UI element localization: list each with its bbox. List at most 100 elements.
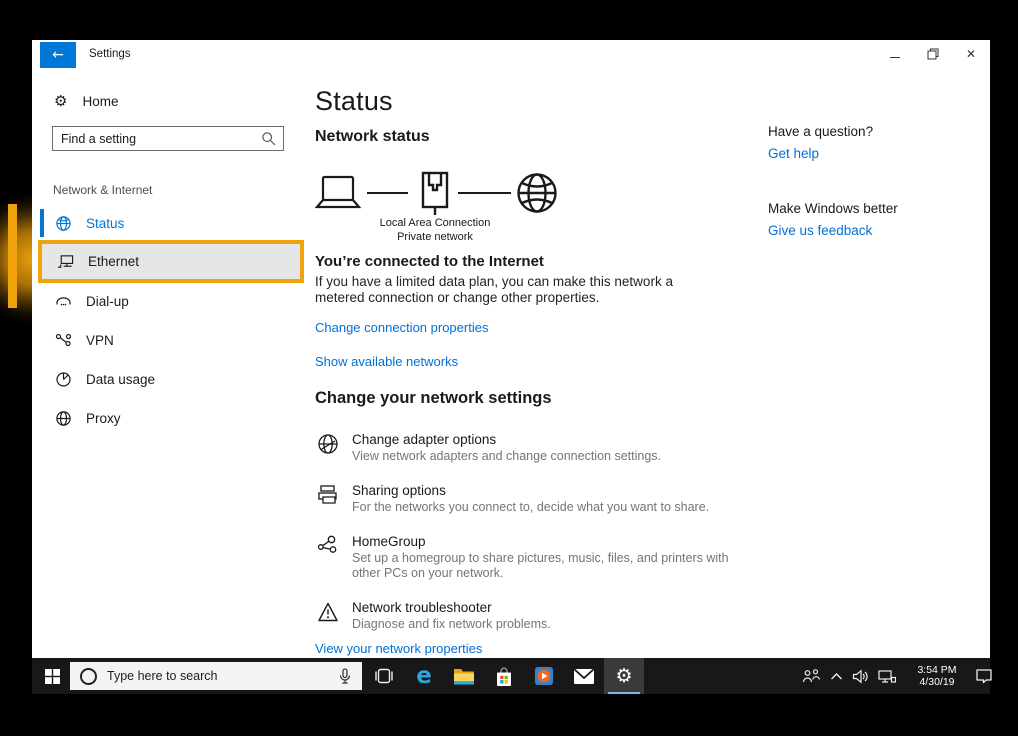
network-status-heading: Network status <box>315 128 430 146</box>
network-troubleshooter-item[interactable]: Network troubleshooter Diagnose and fix … <box>317 600 747 632</box>
action-center-button[interactable] <box>975 668 993 684</box>
card-desc: View network adapters and change connect… <box>352 449 661 464</box>
adapter-globe-icon <box>317 433 339 455</box>
clock[interactable]: 3:54 PM 4/30/19 <box>911 664 963 689</box>
settings-taskbar-button[interactable]: ⚙ <box>604 658 644 694</box>
annotation-bar <box>8 204 17 308</box>
sidebar-section-label: Network & Internet <box>53 183 152 197</box>
mail-button[interactable] <box>564 658 604 694</box>
volume-button[interactable] <box>852 669 869 684</box>
sidebar-item-label: Proxy <box>86 411 121 426</box>
globe-icon <box>55 215 72 232</box>
sidebar-item-proxy[interactable]: Proxy <box>44 404 294 432</box>
search-icon <box>261 131 277 147</box>
card-desc: Diagnose and fix network problems. <box>352 617 551 632</box>
sidebar-item-label: Dial-up <box>86 294 129 309</box>
globe-icon <box>55 410 72 427</box>
edge-icon: e <box>416 665 432 688</box>
ethernet-icon <box>57 254 74 270</box>
laptop-icon <box>315 175 361 211</box>
sidebar-item-label: Ethernet <box>88 254 139 269</box>
warning-triangle-icon <box>317 601 339 623</box>
action-center-icon <box>975 668 993 684</box>
sidebar-item-label: VPN <box>86 333 114 348</box>
start-button[interactable] <box>32 658 72 694</box>
system-tray: 3:54 PM 4/30/19 <box>802 658 1002 694</box>
back-arrow-icon: ← <box>52 47 64 63</box>
sidebar-item-dialup[interactable]: Dial-up <box>44 287 294 315</box>
minimize-button[interactable] <box>888 47 902 61</box>
sharing-options-item[interactable]: Sharing options For the networks you con… <box>317 483 747 515</box>
card-title: Network troubleshooter <box>352 600 551 615</box>
network-diagram: Local Area Connection Private network <box>315 171 595 251</box>
hidden-icons-button[interactable] <box>830 672 843 681</box>
media-player-icon <box>534 666 554 686</box>
change-adapter-options-item[interactable]: Change adapter options View network adap… <box>317 432 747 464</box>
phone-icon <box>55 294 72 309</box>
sidebar-item-label: Data usage <box>86 372 155 387</box>
gear-icon: ⚙ <box>54 92 67 110</box>
mail-icon <box>573 668 595 685</box>
titlebar: ← Settings ✕ <box>32 40 990 68</box>
connector-line <box>458 192 511 194</box>
sidebar-item-vpn[interactable]: VPN <box>44 326 294 354</box>
network-tray-button[interactable] <box>878 669 896 684</box>
ethernet-plug-icon <box>420 171 450 219</box>
microphone-icon[interactable] <box>337 668 353 685</box>
connected-body: If you have a limited data plan, you can… <box>315 274 687 306</box>
internet-globe-icon <box>515 171 559 215</box>
settings-window: ← Settings ✕ ⚙ Home Network & Internet S… <box>32 40 990 658</box>
minimize-icon <box>890 57 900 58</box>
clock-date: 4/30/19 <box>911 676 963 689</box>
taskbar: e ⚙ 3:54 PM 4/30/19 <box>32 658 990 694</box>
edge-button[interactable]: e <box>404 658 444 694</box>
homegroup-icon <box>317 535 339 557</box>
people-button[interactable] <box>802 668 821 684</box>
close-button[interactable]: ✕ <box>964 47 978 61</box>
media-player-button[interactable] <box>524 658 564 694</box>
back-button[interactable]: ← <box>40 42 76 68</box>
view-network-properties-link[interactable]: View your network properties <box>315 641 482 656</box>
page-title: Status <box>315 86 393 117</box>
search-input[interactable] <box>61 127 256 150</box>
window-title: Settings <box>89 48 131 60</box>
connector-line <box>367 192 408 194</box>
sidebar-item-data-usage[interactable]: Data usage <box>44 365 294 393</box>
card-desc: Set up a homegroup to share pictures, mu… <box>352 551 747 581</box>
windows-logo-icon <box>45 669 60 684</box>
pie-chart-icon <box>55 371 72 388</box>
change-settings-heading: Change your network settings <box>315 389 552 408</box>
card-title: Sharing options <box>352 483 709 498</box>
sidebar-item-home[interactable]: ⚙ Home <box>54 88 118 114</box>
give-feedback-link[interactable]: Give us feedback <box>768 223 872 238</box>
sidebar-item-ethernet[interactable]: Ethernet <box>38 240 304 283</box>
store-button[interactable] <box>484 658 524 694</box>
store-icon <box>494 666 514 687</box>
homegroup-item[interactable]: HomeGroup Set up a homegroup to share pi… <box>317 534 747 581</box>
task-view-button[interactable] <box>364 658 404 694</box>
sidebar-item-label: Status <box>86 216 124 231</box>
taskbar-search-input[interactable] <box>107 669 317 683</box>
sidebar-item-status[interactable]: Status <box>44 209 294 237</box>
cortana-icon <box>80 668 97 685</box>
change-connection-properties-link[interactable]: Change connection properties <box>315 320 488 335</box>
sidebar-item-label: Home <box>82 94 118 109</box>
have-a-question-label: Have a question? <box>768 124 873 139</box>
task-view-icon <box>374 667 394 685</box>
make-windows-better-label: Make Windows better <box>768 201 898 216</box>
network-ethernet-icon <box>878 669 896 684</box>
card-title: Change adapter options <box>352 432 661 447</box>
file-explorer-button[interactable] <box>444 658 484 694</box>
get-help-link[interactable]: Get help <box>768 146 819 161</box>
restore-button[interactable] <box>926 47 940 61</box>
settings-search <box>52 126 284 151</box>
card-desc: For the networks you connect to, decide … <box>352 500 709 515</box>
gear-icon: ⚙ <box>615 667 632 686</box>
speaker-icon <box>852 669 869 684</box>
folder-icon <box>453 667 475 685</box>
show-available-networks-link[interactable]: Show available networks <box>315 354 458 369</box>
taskbar-search[interactable] <box>70 662 362 690</box>
sharing-icon <box>317 484 339 506</box>
desktop: ← Settings ✕ ⚙ Home Network & Internet S… <box>0 0 1018 736</box>
chevron-up-icon <box>830 672 843 681</box>
